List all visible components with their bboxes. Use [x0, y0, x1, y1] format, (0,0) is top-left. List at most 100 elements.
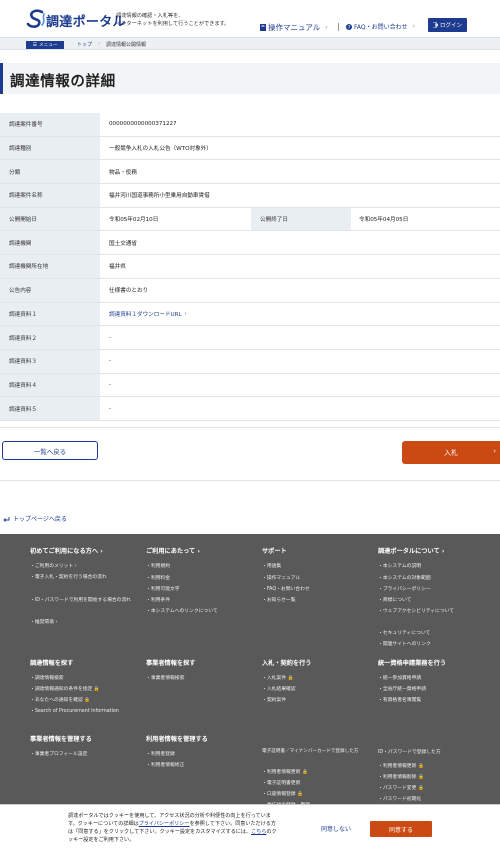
row-label: 公開開始日	[0, 207, 100, 231]
lock-icon: 🔒	[287, 676, 294, 681]
footer-link[interactable]: ・利用条件	[146, 596, 170, 603]
footer-link[interactable]: ・プライバシーポリシー	[378, 585, 431, 592]
page-title: 調達情報の詳細	[10, 74, 116, 90]
footer-link-label: パスワード初期化	[382, 797, 422, 802]
question-icon: ?	[346, 23, 352, 30]
footer-link-label: 利用者情報修正	[150, 763, 185, 768]
footer-link[interactable]: ・用語集	[262, 562, 281, 569]
svg-text:?: ?	[348, 25, 351, 30]
footer-link[interactable]: ・調達情報通知の条件を指定 🔒	[30, 685, 100, 692]
footer-link[interactable]: ・利用者情報削除 🔒	[378, 773, 424, 780]
privacy-policy-link[interactable]: プライバシーポリシー	[139, 821, 190, 827]
footer-link[interactable]: ・あなたへの通知を確認 🔒	[30, 696, 90, 703]
footer-link[interactable]: ・口座情報登録 🔒	[262, 790, 303, 797]
chevron-right-icon: ›	[98, 40, 100, 47]
row-label: 調達資料１	[0, 302, 100, 326]
footer-link-label: 電子入札・契約を行う場合の流れ	[34, 575, 107, 580]
footer-link[interactable]: ・利用料金	[146, 574, 170, 581]
footer-link[interactable]: ・電子証明書更新	[262, 779, 300, 786]
footer-link[interactable]: ・利用規約	[146, 562, 170, 569]
footer-link[interactable]: ・ID・パスワードで利用を開始する場合の流れ	[30, 596, 131, 603]
footer-heading-label: 初めてご利用になる方へ	[30, 548, 99, 555]
menu-button[interactable]: ☰ メニュー	[26, 41, 64, 49]
footer-link[interactable]: ・電子入札・契約を行う場合の流れ	[30, 573, 107, 580]
footer-link[interactable]: ・関連サイトへのリンク	[378, 640, 431, 647]
footer-link[interactable]: ・パスワード初期化	[378, 795, 421, 802]
footer-link[interactable]: ・契約案件	[262, 696, 286, 703]
row-label: 公開終了日	[251, 207, 351, 231]
table-row: 調達案件名称 福井河川国道事務所小型乗用自動車賃借	[0, 184, 500, 208]
footer-link-label: 操作マニュアル	[266, 576, 301, 581]
footer-link[interactable]: ・利用者情報更新 🔒	[262, 768, 308, 775]
footer-heading-getting-started[interactable]: 初めてご利用になる方へ ›	[30, 546, 103, 555]
login-button[interactable]: ログイン	[428, 18, 467, 32]
tagline-line-1: 調達情報の確認・入札等を、	[116, 13, 184, 19]
footer-link[interactable]: ・お知らせ一覧	[262, 596, 296, 603]
footer-link[interactable]: ・入札結果確認	[262, 685, 296, 692]
footer-link-label: 事業者情報検索	[150, 676, 185, 681]
footer-link[interactable]: ・ご利用のメリット ›	[30, 562, 77, 569]
cookie-deny-button[interactable]: 同意しない	[321, 824, 351, 833]
faq-link-label: FAQ・お問い合わせ	[354, 24, 408, 31]
manual-link[interactable]: 操作マニュアル ›	[260, 22, 328, 33]
footer-link[interactable]: ・利用者情報修正	[146, 761, 184, 768]
footer-heading-label: 入札・契約を行う	[262, 660, 312, 667]
footer-link-label: お知らせ一覧	[266, 598, 296, 603]
page-title-bar: 調達情報の詳細	[0, 63, 500, 94]
footer-link-label: 利用条件	[150, 598, 171, 603]
footer-link[interactable]: ・ウェブアクセシビリティについて	[378, 607, 454, 614]
footer-heading-usage[interactable]: ご利用にあたって ›	[146, 546, 200, 555]
footer-link[interactable]: ・事業者情報検索	[146, 674, 184, 681]
footer-link[interactable]: ・有資格者名簿閲覧	[378, 696, 421, 703]
cookie-accept-button[interactable]: 同意する	[370, 821, 432, 837]
download-link-label[interactable]: 調達資料１ダウンロードURL	[109, 310, 182, 318]
footer-link[interactable]: ・本システムへのリンクについて	[146, 607, 218, 614]
footer-link-label: 契約案件	[266, 698, 287, 703]
table-row: 調達資料１ 調達資料１ダウンロードURL ›	[0, 302, 500, 327]
footer-link-label: ウェブアクセシビリティについて	[382, 609, 455, 614]
footer-link[interactable]: ・操作マニュアル	[262, 574, 300, 581]
footer-link[interactable]: ・利用者登録	[146, 750, 175, 757]
footer-link[interactable]: ・本システムの説明	[378, 562, 421, 569]
bid-button[interactable]: 入札 ›	[402, 441, 500, 464]
back-to-top-link[interactable]: トップページへ戻る	[3, 514, 67, 523]
footer-link[interactable]: ・本システムの対象範囲	[378, 574, 431, 581]
footer-link-label: ご利用のメリット	[34, 564, 74, 569]
site-tagline: 調達情報の確認・入札等を、 インターネットを利用して行うことができます。	[116, 13, 229, 28]
breadcrumb-top[interactable]: トップ	[77, 41, 92, 48]
row-label: 調達機関	[0, 231, 100, 255]
lock-icon: 🔒	[417, 775, 424, 780]
footer-link[interactable]: ・パスワード変更 🔒	[378, 784, 424, 791]
row-value: 令和05年04月05日	[359, 217, 409, 224]
cookie-settings-link[interactable]: こちら	[251, 829, 266, 835]
footer-link-label: 統一参加資格申請	[382, 676, 422, 681]
table-row: 調達資料３ -	[0, 349, 500, 374]
footer-link[interactable]: ・FAQ・お問い合わせ	[262, 585, 310, 592]
footer-heading-about[interactable]: 調達ポータルについて ›	[378, 546, 444, 555]
footer-heading-label: 統一資格申請業務を行う	[378, 660, 447, 667]
footer-heading-search-procurement: 調達情報を探す	[30, 658, 73, 667]
footer-heading-label: 利用者情報を管理する	[146, 736, 208, 743]
footer-link[interactable]: ・商標について	[378, 596, 411, 603]
footer-link[interactable]: ・Search of Procurement Information	[30, 707, 119, 714]
row-value: -	[109, 405, 112, 412]
footer-link[interactable]: ・全省庁統一資格申請	[378, 685, 426, 692]
footer-link[interactable]: ・利用可能文字	[146, 585, 180, 592]
row-value: -	[109, 334, 112, 341]
footer-link[interactable]: ・利用者情報更新 🔒	[378, 762, 424, 769]
back-to-list-button[interactable]: 一覧へ戻る	[2, 441, 98, 460]
chevron-right-icon: ›	[184, 310, 187, 317]
footer-link[interactable]: ・入札案件 🔒	[262, 674, 294, 681]
download-link[interactable]: 調達資料１ダウンロードURL ›	[109, 303, 187, 326]
footer-link[interactable]: ・事業者プロフィール設定	[30, 750, 87, 757]
footer-link[interactable]: ・推奨環境 ›	[30, 618, 57, 625]
title-accent	[0, 63, 3, 94]
site-logo-text[interactable]: 調達ポータル	[46, 11, 126, 30]
faq-link[interactable]: ? FAQ・お問い合わせ ›	[346, 22, 415, 31]
divider	[0, 427, 500, 428]
footer-link[interactable]: ・統一参加資格申請	[378, 674, 421, 681]
logo-icon[interactable]	[26, 9, 48, 29]
row-value: 令和05年02月10日	[109, 217, 159, 224]
footer-link[interactable]: ・調達情報検索	[30, 674, 64, 681]
footer-link[interactable]: ・セキュリティについて	[378, 629, 430, 636]
